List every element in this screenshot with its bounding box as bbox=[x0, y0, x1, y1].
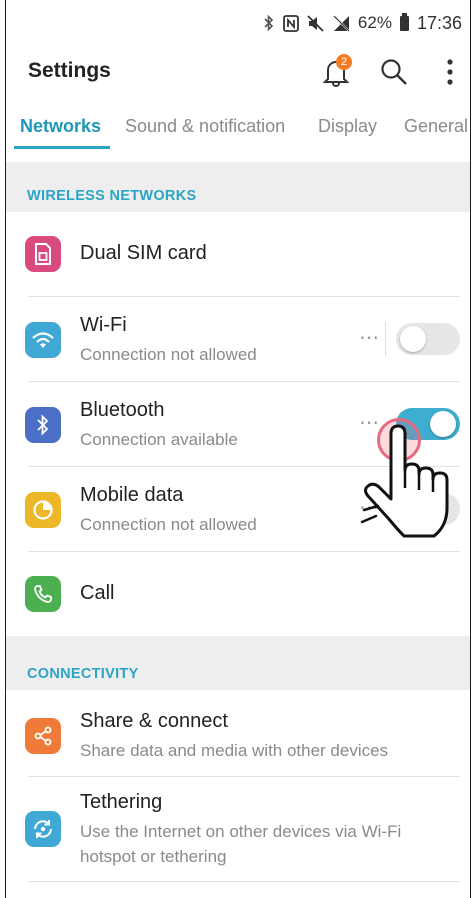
tab-networks[interactable]: Networks bbox=[20, 116, 101, 137]
sim-card-icon bbox=[25, 236, 61, 272]
app-header: Settings 2 bbox=[6, 46, 470, 96]
phone-icon bbox=[25, 576, 61, 612]
tab-display[interactable]: Display bbox=[318, 116, 377, 137]
wifi-icon bbox=[25, 322, 61, 358]
section-connectivity: CONNECTIVITY bbox=[6, 636, 470, 690]
item-title: Share & connect bbox=[80, 710, 228, 732]
item-subtitle: Connection available bbox=[80, 430, 238, 449]
tab-general[interactable]: General bbox=[404, 116, 468, 137]
notification-badge: 2 bbox=[336, 54, 352, 70]
battery-icon bbox=[399, 12, 409, 31]
item-title: Bluetooth bbox=[80, 399, 165, 421]
battery-percent: 62% bbox=[357, 13, 392, 32]
mobile-data-icon bbox=[25, 492, 61, 528]
share-icon bbox=[25, 718, 61, 754]
wifi-toggle[interactable] bbox=[396, 323, 460, 355]
list-item-share-connect[interactable]: Share & connect Share data and media wit… bbox=[6, 692, 470, 776]
tab-sound-notification[interactable]: Sound & notification bbox=[125, 116, 285, 137]
no-signal-status-icon bbox=[333, 15, 350, 32]
item-subtitle: Share data and media with other devices bbox=[80, 741, 389, 760]
page-title: Settings bbox=[28, 59, 111, 82]
search-button[interactable] bbox=[374, 52, 414, 92]
search-icon bbox=[381, 59, 407, 85]
item-subtitle: Connection not allowed bbox=[80, 345, 257, 364]
section-wireless-networks: WIRELESS NETWORKS bbox=[6, 162, 470, 212]
separator bbox=[385, 322, 386, 356]
status-bar: 62% 17:36 bbox=[6, 0, 470, 46]
bluetooth-status-icon bbox=[263, 14, 275, 32]
item-subtitle: Use the Internet on other devices via Wi… bbox=[80, 822, 402, 841]
notification-button[interactable]: 2 bbox=[316, 52, 356, 92]
list-item-tethering[interactable]: Tethering Use the Internet on other devi… bbox=[6, 777, 470, 881]
item-subtitle: Connection not allowed bbox=[80, 515, 257, 534]
item-title: Dual SIM card bbox=[80, 242, 207, 264]
bluetooth-icon bbox=[25, 407, 61, 443]
item-title: Wi-Fi bbox=[80, 314, 127, 336]
mute-status-icon bbox=[307, 14, 325, 32]
more-vert-icon bbox=[447, 59, 453, 85]
toggle-knob bbox=[400, 326, 426, 352]
tab-bar: Networks Sound & notification Display Ge… bbox=[6, 106, 470, 152]
tethering-icon bbox=[25, 811, 61, 847]
phone-screen: 62% 17:36 Settings 2 Networks Sound & no… bbox=[5, 0, 471, 898]
overflow-menu-button[interactable] bbox=[430, 52, 470, 92]
list-item-dual-sim[interactable]: Dual SIM card bbox=[6, 212, 470, 296]
item-title: Call bbox=[80, 582, 115, 604]
list-item-call[interactable]: Call bbox=[6, 552, 470, 636]
nfc-status-icon bbox=[283, 14, 299, 32]
divider bbox=[28, 881, 460, 882]
tap-hand-icon bbox=[360, 424, 449, 538]
wifi-more-button[interactable]: ⋯ bbox=[359, 325, 380, 350]
item-title: Tethering bbox=[80, 791, 163, 813]
clock: 17:36 bbox=[416, 12, 462, 33]
item-subtitle-continued: hotspot or tethering bbox=[80, 847, 227, 866]
list-item-wifi[interactable]: Wi-Fi Connection not allowed ⋯ bbox=[6, 297, 470, 381]
active-tab-indicator bbox=[14, 146, 110, 149]
item-title: Mobile data bbox=[80, 484, 184, 506]
